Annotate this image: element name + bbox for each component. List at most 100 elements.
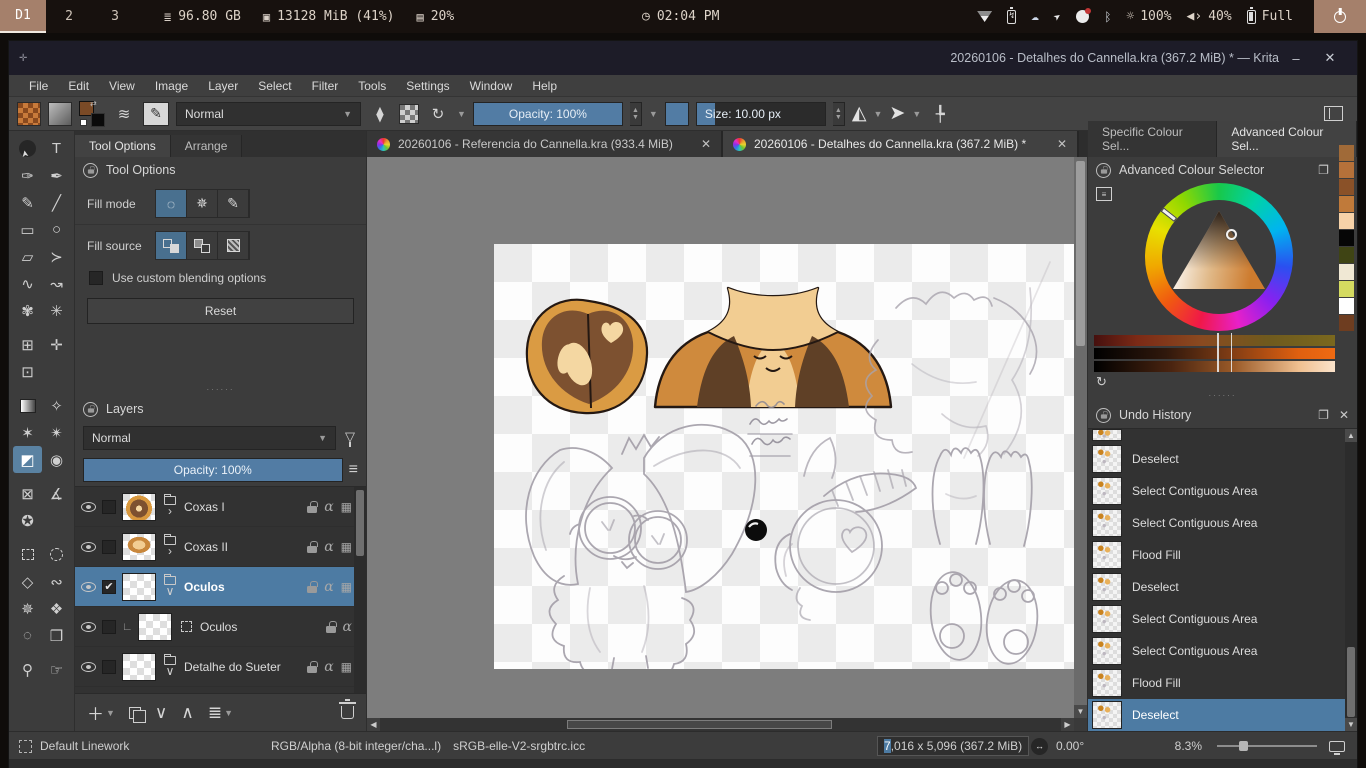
elliptical-select-tool[interactable] <box>42 541 71 568</box>
workspace-3[interactable]: 3 <box>92 0 138 33</box>
select-shapes-tool[interactable]: ➤ <box>13 135 42 162</box>
layer-visibility-icon[interactable] <box>81 582 96 592</box>
layer-styles-icon[interactable]: ▦ <box>341 580 352 594</box>
blending-mode-dropdown[interactable]: Normal ▼ <box>176 102 361 126</box>
layer-visibility-icon[interactable] <box>81 662 96 672</box>
tab-advanced-colour-sel-[interactable]: Advanced Colour Sel... <box>1217 121 1357 157</box>
reload-preset-button[interactable]: ↻ <box>426 102 450 126</box>
workspace-chooser-button[interactable] <box>1324 106 1343 121</box>
layer-lock-icon[interactable] <box>307 546 317 553</box>
pan-tool[interactable]: ☞ <box>42 656 71 683</box>
size-spinner[interactable]: ▲▼ <box>833 102 845 126</box>
discord-icon[interactable] <box>1076 10 1089 23</box>
menu-help[interactable]: Help <box>522 79 567 93</box>
fill-source-foreground-button[interactable] <box>156 232 187 259</box>
power-button[interactable] <box>1314 0 1366 33</box>
selection-icon[interactable] <box>19 740 32 753</box>
volume-indicator[interactable]: ◀› 40% <box>1187 9 1232 24</box>
h-scroll-left-arrow[interactable]: ◀ <box>367 718 380 731</box>
layer-styles-icon[interactable]: ▦ <box>341 660 352 674</box>
layer-row[interactable]: ∟Oculosα <box>75 607 366 647</box>
wifi-icon[interactable] <box>977 11 992 22</box>
shade-strip-2[interactable] <box>1094 348 1335 359</box>
color-swatch[interactable] <box>1339 162 1354 178</box>
rectangle-tool[interactable]: ▭ <box>13 216 42 243</box>
undo-scroll-up-arrow[interactable]: ▲ <box>1345 429 1357 442</box>
zoom-slider-thumb[interactable] <box>1239 741 1248 751</box>
docker-resize-handle[interactable]: ······ <box>75 386 366 396</box>
shade-strip-3[interactable] <box>1094 361 1335 372</box>
refresh-shades-icon[interactable]: ↻ <box>1088 372 1357 392</box>
duplicate-layer-button[interactable] <box>129 707 141 719</box>
reference-images-tool[interactable]: ✪ <box>13 507 42 534</box>
tab-tool-options[interactable]: Tool Options <box>75 135 171 157</box>
layer-filter-icon[interactable]: ▽ <box>342 430 358 446</box>
hue-ring[interactable] <box>1145 183 1293 331</box>
battery-indicator[interactable]: Full <box>1247 9 1293 24</box>
zoom-tool[interactable]: ⚲ <box>13 656 42 683</box>
image-dimensions[interactable]: 7 ,016 x 5,096 (367.2 MiB) <box>877 732 1029 760</box>
menu-filter[interactable]: Filter <box>302 79 349 93</box>
color-swatch[interactable] <box>1339 264 1354 280</box>
layer-visibility-icon[interactable] <box>81 502 96 512</box>
layer-styles-icon[interactable]: ▦ <box>341 500 352 514</box>
layer-options-icon[interactable]: ≡ <box>349 461 358 479</box>
enclose-select-tool[interactable]: ❒ <box>42 622 71 649</box>
v-scroll-thumb[interactable] <box>1076 161 1085 346</box>
undo-scrollbar[interactable]: ▲▼ <box>1345 429 1357 731</box>
workspace-D1[interactable]: D1 <box>0 0 46 33</box>
canvas-horizontal-scrollbar[interactable]: ◀ ▶ <box>367 718 1074 731</box>
layer-lock-icon[interactable] <box>307 666 317 673</box>
menu-image[interactable]: Image <box>145 79 198 93</box>
layer-row[interactable]: ›Coxas IIα▦ <box>75 527 366 567</box>
document-tab[interactable]: 20260106 - Referencia do Cannella.kra (9… <box>367 131 723 157</box>
undo-row[interactable]: Flood Fill <box>1088 539 1357 571</box>
lock-undo-icon[interactable] <box>1096 408 1111 423</box>
fg-bg-color-chooser[interactable]: ⇄ <box>79 101 105 127</box>
color-swatch[interactable] <box>1339 298 1354 314</box>
zoom-slider[interactable] <box>1217 732 1317 760</box>
move-layer-up-button[interactable]: ∧ <box>181 703 193 723</box>
edit-shapes-tool[interactable]: ✑ <box>13 162 42 189</box>
cloud-icon[interactable]: ☁ <box>1031 9 1039 24</box>
eraser-mode-button[interactable]: ⧫ <box>368 102 392 126</box>
h-scroll-right-arrow[interactable]: ▶ <box>1061 718 1074 731</box>
layer-checkbox[interactable] <box>102 540 116 554</box>
gradient-chooser[interactable] <box>48 102 72 126</box>
edit-brush-settings-button[interactable]: ✎ <box>143 102 169 126</box>
add-layer-button[interactable]: ＋▼ <box>87 700 115 725</box>
h-scroll-thumb[interactable] <box>567 720 832 729</box>
text-tool[interactable]: T <box>42 135 71 162</box>
menu-window[interactable]: Window <box>460 79 523 93</box>
minimize-button[interactable]: – <box>1279 51 1313 66</box>
size-slider[interactable]: Size: 10.00 px <box>696 102 826 126</box>
layer-styles-icon[interactable]: ▦ <box>341 540 352 554</box>
layer-checkbox[interactable] <box>102 500 116 514</box>
canvas-vertical-scrollbar[interactable]: ▼ <box>1074 157 1087 718</box>
color-sampler-tool[interactable]: ✧ <box>42 392 71 419</box>
similar-color-select-tool[interactable]: ✵ <box>13 595 42 622</box>
layer-thumbnail[interactable] <box>122 493 156 521</box>
opacity-slider[interactable]: Opacity: 100% <box>473 102 623 126</box>
mirror-horizontal-button[interactable]: ◭ <box>852 102 867 125</box>
acs-body[interactable]: ≡ ⊘ <box>1088 183 1357 333</box>
canvas-document[interactable] <box>494 244 1074 669</box>
magnetic-select-tool[interactable]: ◌ <box>13 622 42 649</box>
undo-header[interactable]: Undo History ❐ ✕ <box>1088 402 1357 428</box>
telegram-icon[interactable]: ➤ <box>1051 9 1065 25</box>
menu-tools[interactable]: Tools <box>348 79 396 93</box>
freehand-path-tool[interactable]: ↝ <box>42 270 71 297</box>
lock-layers-icon[interactable] <box>83 402 98 417</box>
undo-row[interactable]: Deselect <box>1088 443 1357 475</box>
layer-properties-button[interactable]: ≣▼ <box>208 703 233 723</box>
canvas-area[interactable]: ▼ ◀ ▶ <box>367 157 1087 731</box>
menu-layer[interactable]: Layer <box>198 79 248 93</box>
layer-checkbox[interactable] <box>102 660 116 674</box>
undo-scroll-down-arrow[interactable]: ▼ <box>1345 718 1357 731</box>
layer-thumbnail[interactable] <box>122 653 156 681</box>
docker-resize-handle[interactable]: ······ <box>1088 392 1357 402</box>
layer-opacity-slider[interactable]: Opacity: 100% <box>83 458 343 482</box>
close-tab-icon[interactable]: ✕ <box>701 137 711 151</box>
undo-scroll-thumb[interactable] <box>1347 647 1355 717</box>
layer-alpha-icon[interactable]: α <box>324 579 333 595</box>
